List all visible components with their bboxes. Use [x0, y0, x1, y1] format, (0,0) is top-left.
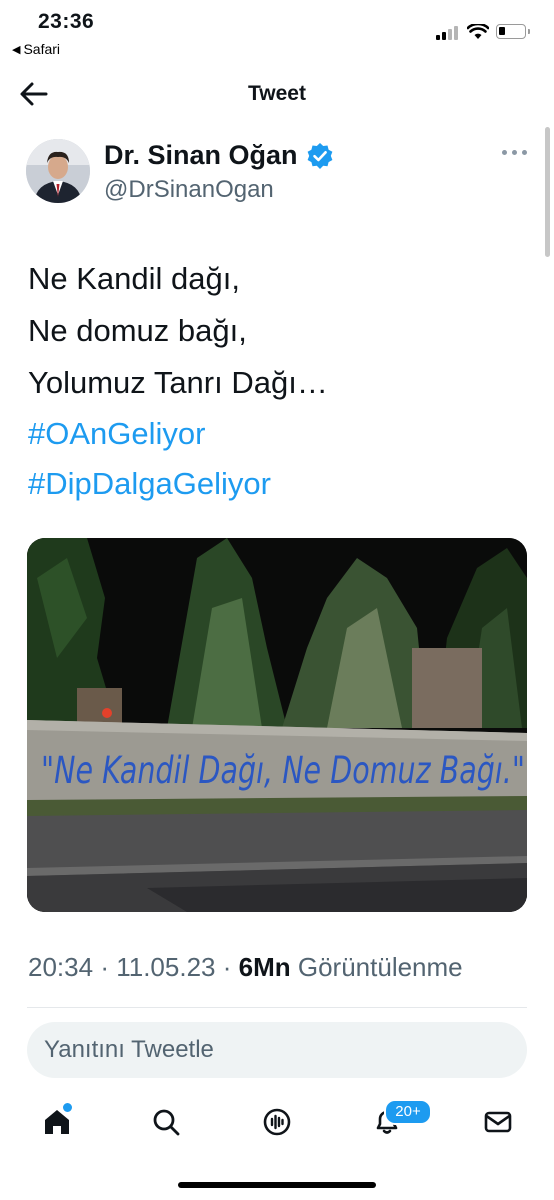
- bottom-tab-bar: [0, 1090, 554, 1160]
- author-name-row: Dr. Sinan Oğan: [104, 140, 334, 171]
- tweet-line: Ne domuz bağı,: [28, 313, 247, 348]
- tweet-line: Ne Kandil dağı,: [28, 261, 240, 296]
- hashtags: #OAnGeliyor #DipDalgaGeliyor: [28, 409, 271, 509]
- back-app-label: Safari: [23, 41, 61, 57]
- views-label: Görüntülenme: [297, 952, 463, 982]
- tab-explore[interactable]: [144, 1100, 188, 1144]
- signal-icon: [436, 26, 458, 40]
- scrollbar[interactable]: [545, 127, 550, 257]
- mail-icon: [484, 1111, 512, 1133]
- tweet-date: 11.05.23: [116, 952, 216, 982]
- back-to-safari[interactable]: ◀ Safari: [12, 41, 60, 57]
- top-header: Tweet: [0, 68, 554, 122]
- tweet-time: 20:34: [28, 952, 94, 982]
- more-options-icon[interactable]: [502, 146, 530, 158]
- photo-graffiti-text: "Ne Kandil Dağı, Ne Domuz Bağı.": [41, 749, 525, 792]
- tweet-text: Ne Kandil dağı, Ne domuz bağı, Yolumuz T…: [28, 253, 328, 409]
- hashtag-link[interactable]: #OAnGeliyor: [28, 409, 271, 459]
- views-count[interactable]: 6Mn: [239, 952, 291, 982]
- wifi-icon: [467, 24, 489, 39]
- reply-input[interactable]: Yanıtını Tweetle: [27, 1022, 527, 1078]
- status-time: 23:36: [38, 10, 95, 33]
- author-display-name[interactable]: Dr. Sinan Oğan: [104, 140, 298, 171]
- hashtag-link[interactable]: #DipDalgaGeliyor: [28, 459, 271, 509]
- tab-messages[interactable]: [476, 1100, 520, 1144]
- tab-spaces[interactable]: [255, 1100, 299, 1144]
- home-unread-dot: [61, 1101, 74, 1114]
- tweet-meta: 20:34 · 11.05.23 · 6Mn Görüntülenme: [28, 952, 463, 983]
- meta-separator: ·: [100, 952, 109, 982]
- search-icon: [153, 1109, 180, 1136]
- notifications-badge: 20+: [384, 1099, 432, 1125]
- verified-badge-icon: [307, 142, 332, 169]
- spaces-icon: [263, 1108, 291, 1136]
- meta-separator: ·: [222, 952, 232, 982]
- home-indicator[interactable]: [178, 1182, 376, 1188]
- divider: [27, 1007, 527, 1008]
- battery-icon: [496, 24, 530, 39]
- photo-scene: "Ne Kandil Dağı, Ne Domuz Bağı.": [27, 538, 527, 912]
- back-triangle-icon: ◀: [12, 43, 21, 56]
- tweet-line: Yolumuz Tanrı Dağı…: [28, 365, 328, 400]
- avatar-portrait: [26, 139, 90, 203]
- tweet-photo[interactable]: "Ne Kandil Dağı, Ne Domuz Bağı.": [27, 538, 527, 912]
- avatar[interactable]: [26, 139, 90, 203]
- status-bar: 23:36 ◀ Safari: [0, 0, 554, 62]
- author-handle[interactable]: @DrSinanOgan: [104, 176, 274, 204]
- page-title: Tweet: [248, 82, 306, 105]
